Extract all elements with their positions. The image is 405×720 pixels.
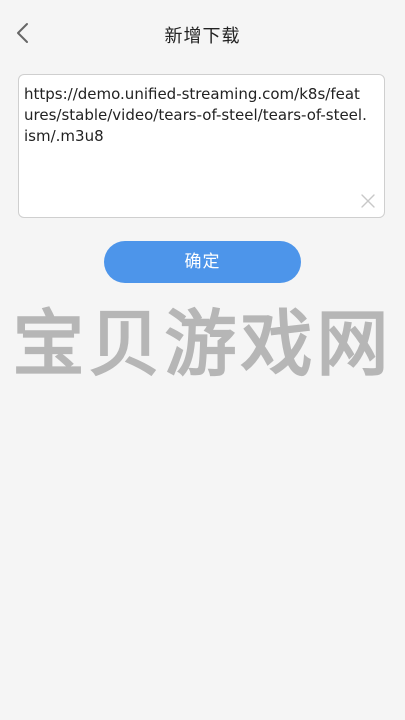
header-bar: 新增下载 xyxy=(0,0,405,68)
url-input-value: https://demo.unified-streaming.com/k8s/f… xyxy=(24,85,367,145)
watermark: 宝贝游戏网 xyxy=(12,302,393,386)
confirm-button[interactable]: 确定 xyxy=(104,241,301,283)
url-input[interactable]: https://demo.unified-streaming.com/k8s/f… xyxy=(18,74,385,218)
clear-input-button[interactable] xyxy=(360,193,376,209)
page-title: 新增下载 xyxy=(164,26,241,47)
close-icon xyxy=(361,194,375,208)
